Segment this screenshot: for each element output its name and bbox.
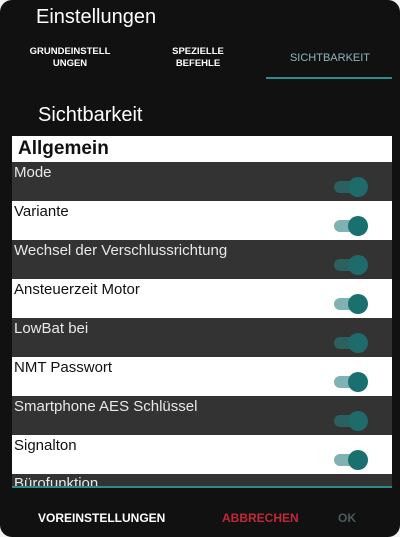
list-item: Signalton	[12, 435, 392, 474]
toggle-thumb	[348, 450, 368, 470]
list-divider	[12, 486, 392, 488]
visibility-toggle[interactable]	[334, 372, 368, 392]
cancel-button[interactable]: ABBRECHEN	[222, 510, 299, 526]
dialog-title: Einstellungen	[36, 6, 157, 28]
toggle-thumb	[348, 177, 368, 197]
item-label: Smartphone AES Schlüssel	[14, 398, 198, 415]
list-item: Wechsel der Verschlussrichtung	[12, 240, 392, 279]
section-title: Sichtbarkeit	[38, 104, 143, 126]
settings-dialog: Einstellungen GRUNDEINSTELL UNGEN SPEZIE…	[0, 0, 400, 537]
toggle-thumb	[348, 411, 368, 431]
tab-label: GRUNDEINSTELL UNGEN	[29, 46, 111, 69]
list-item: NMT Passwort	[12, 357, 392, 396]
visibility-toggle[interactable]	[334, 450, 368, 470]
tab-label: SPEZIELLE BEFEHLE	[172, 46, 224, 69]
toggle-thumb	[348, 294, 368, 314]
item-label: NMT Passwort	[14, 359, 113, 376]
list-item: Variante	[12, 201, 392, 240]
toggle-thumb	[348, 372, 368, 392]
visibility-toggle[interactable]	[334, 411, 368, 431]
list-item: Bürofunktion	[12, 474, 392, 486]
item-label: Ansteuerzeit Motor	[14, 281, 140, 298]
toggle-thumb	[348, 216, 368, 236]
list-item: LowBat bei	[12, 318, 392, 357]
ok-button[interactable]: OK	[338, 510, 356, 526]
item-label: Bürofunktion	[14, 475, 99, 486]
tab-sichtbarkeit[interactable]: SICHTBARKEIT	[268, 40, 392, 76]
visibility-list[interactable]: Allgemein Mode Variante Wechsel der Vers…	[12, 136, 392, 486]
item-label: LowBat bei	[14, 320, 89, 337]
item-label: Wechsel der Verschlussrichtung	[14, 242, 228, 259]
dialog-actions: VOREINSTELLUNGEN ABBRECHEN OK	[0, 500, 400, 536]
tab-bar: GRUNDEINSTELL UNGEN SPEZIELLE BEFEHLE SI…	[8, 40, 392, 76]
list-item: Smartphone AES Schlüssel	[12, 396, 392, 435]
list-item: Ansteuerzeit Motor	[12, 279, 392, 318]
visibility-toggle[interactable]	[334, 294, 368, 314]
item-label: Signalton	[14, 437, 77, 454]
list-item: Mode	[12, 162, 392, 201]
defaults-button[interactable]: VOREINSTELLUNGEN	[38, 510, 165, 526]
item-label: Variante	[14, 203, 69, 220]
group-header: Allgemein	[12, 136, 392, 162]
visibility-toggle[interactable]	[334, 177, 368, 197]
item-label: Mode	[14, 164, 52, 181]
tab-spezielle-befehle[interactable]: SPEZIELLE BEFEHLE	[132, 40, 264, 76]
toggle-thumb	[348, 255, 368, 275]
tab-label: SICHTBARKEIT	[289, 52, 371, 64]
toggle-thumb	[348, 333, 368, 353]
visibility-toggle[interactable]	[334, 255, 368, 275]
active-tab-indicator	[266, 77, 392, 79]
visibility-toggle[interactable]	[334, 333, 368, 353]
tab-grundeinstellungen[interactable]: GRUNDEINSTELL UNGEN	[8, 40, 132, 76]
visibility-toggle[interactable]	[334, 216, 368, 236]
